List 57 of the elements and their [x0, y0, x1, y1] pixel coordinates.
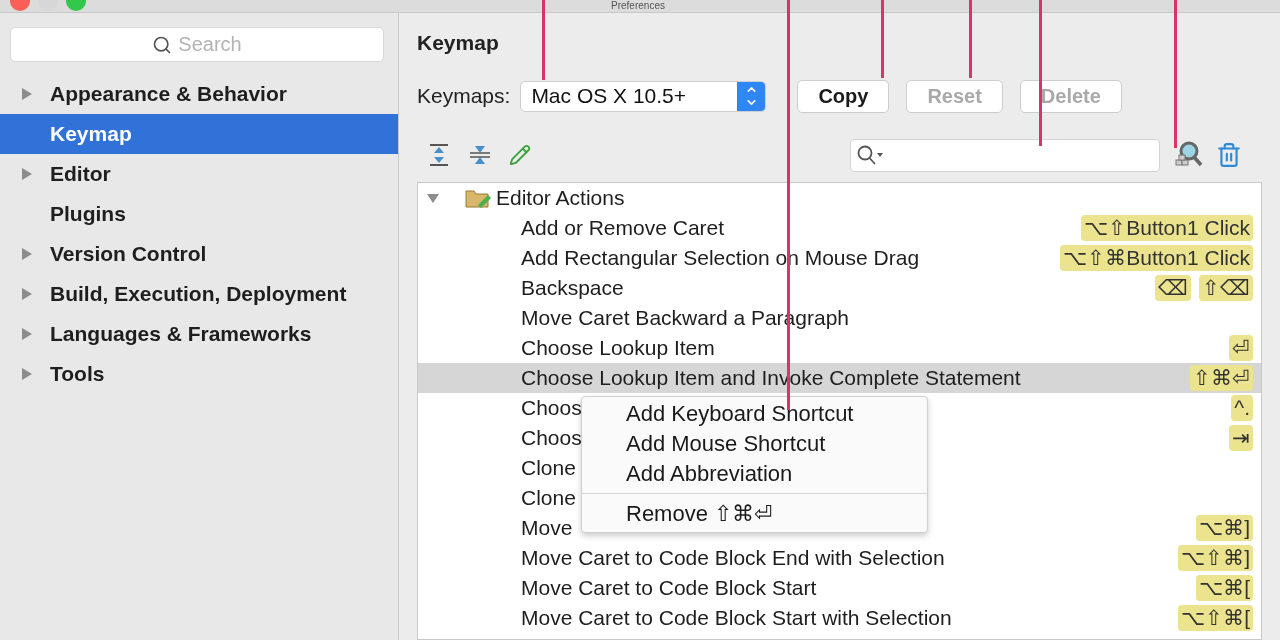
shortcut-chip: ⌥⇧Button1 Click: [1081, 215, 1253, 241]
action-label[interactable]: Choose Lookup Item: [521, 336, 715, 360]
folder-icon: [464, 187, 492, 209]
filter-field[interactable]: [850, 138, 1160, 172]
action-label[interactable]: Clone: [521, 456, 576, 480]
trash-icon[interactable]: [1216, 142, 1242, 168]
keymap-select[interactable]: Mac OS X 10.5+: [520, 80, 767, 112]
shortcut-chip: ⌥⌘[: [1196, 575, 1253, 601]
sidebar-item[interactable]: Version Control: [0, 234, 398, 274]
expand-arrow-icon[interactable]: [20, 167, 34, 181]
window-title: Preferences: [611, 0, 665, 12]
shortcut-chip: ⇧⌘⏎: [1190, 365, 1253, 391]
expand-arrow-icon[interactable]: [20, 87, 34, 101]
collapse-all-icon[interactable]: [468, 143, 492, 167]
action-label[interactable]: Move Caret to Code Block Start with Selection: [521, 606, 952, 630]
expand-arrow-icon[interactable]: [20, 327, 34, 341]
action-label[interactable]: Move Caret to Code Block End with Selection: [521, 546, 945, 570]
sidebar-item[interactable]: Appearance & Behavior: [0, 74, 398, 114]
menu-item[interactable]: Remove ⇧⌘⏎: [582, 499, 927, 529]
search-icon: [152, 34, 173, 55]
sidebar-item[interactable]: Tools: [0, 354, 398, 394]
sidebar-item[interactable]: Keymap: [0, 114, 398, 154]
shortcut-chip: ⏎: [1229, 335, 1253, 361]
expand-all-icon[interactable]: [427, 143, 451, 167]
collapse-arrow-icon[interactable]: [426, 191, 440, 205]
action-label[interactable]: Add or Remove Caret: [521, 216, 725, 240]
sidebar-item[interactable]: Build, Execution, Deployment: [0, 274, 398, 314]
tree-group-label[interactable]: Editor Actions: [496, 186, 625, 210]
shortcut-chip: ⌫: [1155, 275, 1191, 301]
shortcut-chip: ^.: [1231, 395, 1253, 421]
shortcut-chip: ⌥⇧⌘Button1 Click: [1060, 245, 1253, 271]
menu-item[interactable]: Add Keyboard Shortcut: [582, 399, 927, 429]
menu-item[interactable]: Add Abbreviation: [582, 459, 927, 489]
sidebar-item[interactable]: Editor: [0, 154, 398, 194]
stepper-icon: [737, 81, 766, 111]
keymaps-label: Keymaps:: [417, 84, 511, 108]
shortcut-chip: ⌥⌘]: [1196, 515, 1253, 541]
section-title: Keymap: [417, 31, 500, 56]
shortcut-chip: ⌥⇧⌘[: [1178, 605, 1253, 631]
keymap-button[interactable]: Copy: [797, 79, 890, 113]
menu-item[interactable]: Add Mouse Shortcut: [582, 429, 927, 459]
action-label[interactable]: Choos: [521, 396, 582, 420]
expand-arrow-icon[interactable]: [20, 367, 34, 381]
expand-arrow-icon[interactable]: [20, 287, 34, 301]
action-label[interactable]: Choos: [521, 426, 582, 450]
sidebar-item[interactable]: Plugins: [0, 194, 398, 234]
action-label[interactable]: Clone: [521, 486, 576, 510]
action-label[interactable]: Move: [521, 516, 573, 540]
action-label[interactable]: Move Caret to Code Block Start: [521, 576, 817, 600]
action-label[interactable]: Backspace: [521, 276, 624, 300]
sidebar-item[interactable]: Languages & Frameworks: [0, 314, 398, 354]
search-icon[interactable]: [856, 144, 886, 166]
shortcut-chip: ⌥⇧⌘]: [1178, 545, 1253, 571]
pencil-icon[interactable]: [509, 144, 531, 166]
shortcut-chip: ⇧⌫: [1199, 275, 1253, 301]
shortcut-chip: ⇥: [1229, 425, 1253, 451]
expand-arrow-icon[interactable]: [20, 247, 34, 261]
